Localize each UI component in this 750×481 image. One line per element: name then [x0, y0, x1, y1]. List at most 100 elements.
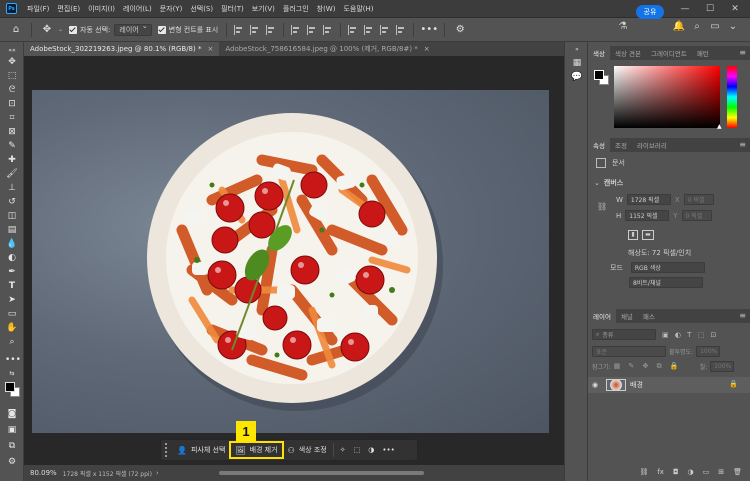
- panel-menu-icon[interactable]: ≡: [739, 48, 746, 57]
- tab-document-2[interactable]: AdobeStock_758616584.jpeg @ 100% (제거, RG…: [219, 42, 435, 56]
- remove-background-button[interactable]: 🖼 배경 제거: [229, 441, 284, 459]
- tab-document-1[interactable]: AdobeStock_302219263.jpeg @ 80.1% (RGB/8…: [24, 42, 220, 56]
- fill-field[interactable]: 100%: [710, 361, 735, 372]
- portrait-icon[interactable]: ▮: [628, 230, 638, 240]
- dodge-tool-icon[interactable]: ◐: [5, 252, 19, 264]
- more-tools-icon[interactable]: •••: [5, 354, 21, 366]
- menu-image[interactable]: 이미지(I): [84, 4, 119, 14]
- group-icon[interactable]: ▭: [703, 468, 710, 476]
- width-field[interactable]: 1728 픽셀: [626, 194, 671, 205]
- foreground-color-swatch[interactable]: [594, 70, 604, 80]
- select-subject-button[interactable]: 👤 피사체 선택: [173, 441, 229, 459]
- close-window-button[interactable]: ✕: [722, 0, 748, 18]
- object-selection-tool-icon[interactable]: ⊡: [5, 98, 19, 110]
- menu-edit[interactable]: 편집(E): [53, 4, 84, 14]
- more-options-icon[interactable]: •••: [420, 22, 438, 38]
- align-vcenter-icon[interactable]: [307, 24, 317, 35]
- crop-tool-icon[interactable]: ⌗: [5, 112, 19, 124]
- opacity-field[interactable]: 100%: [696, 346, 721, 357]
- y-field[interactable]: 0 픽셀: [681, 210, 712, 221]
- link-icon[interactable]: ⛓: [639, 468, 648, 476]
- eye-icon[interactable]: ◉: [588, 381, 602, 389]
- type-tool-icon[interactable]: T: [5, 280, 19, 292]
- panel-menu-icon[interactable]: ≡: [739, 140, 746, 149]
- healing-brush-tool-icon[interactable]: ✚: [5, 154, 19, 166]
- chevron-down-icon[interactable]: ⌄: [726, 21, 740, 32]
- distribute-left-icon[interactable]: [348, 24, 358, 35]
- menu-type[interactable]: 문자(Y): [156, 4, 187, 14]
- eraser-tool-icon[interactable]: ◫: [5, 210, 19, 222]
- bell-icon[interactable]: 🔔: [672, 21, 686, 32]
- history-brush-tool-icon[interactable]: ↺: [5, 196, 19, 208]
- layer-row-background[interactable]: ◉ 배경 🔒: [588, 377, 750, 393]
- menu-file[interactable]: 파일(F): [23, 4, 53, 14]
- blur-tool-icon[interactable]: 💧: [5, 238, 19, 250]
- menu-layer[interactable]: 레이어(L): [119, 4, 156, 14]
- menu-window[interactable]: 창(W): [313, 4, 340, 14]
- artboard-icon[interactable]: ⧉: [5, 440, 19, 452]
- flask-icon[interactable]: ⚗: [616, 21, 630, 32]
- move-tool-icon[interactable]: ✥: [39, 22, 55, 38]
- auto-select-dropdown[interactable]: 레이어: [114, 22, 152, 36]
- adjustment-icon[interactable]: ◑: [688, 468, 694, 476]
- frame-tool-icon[interactable]: ⊠: [5, 126, 19, 138]
- auto-select-checkbox[interactable]: [69, 25, 78, 34]
- pasta-photo[interactable]: [32, 90, 549, 433]
- mode-dropdown[interactable]: RGB 색상: [630, 262, 705, 273]
- maximize-button[interactable]: ☐: [697, 0, 723, 18]
- color-adjust-button[interactable]: ⚇ 색상 조정: [284, 441, 331, 459]
- align-bottom-icon[interactable]: [323, 24, 333, 35]
- tab-color[interactable]: 색상: [588, 46, 610, 60]
- menu-help[interactable]: 도움말(H): [339, 4, 377, 14]
- panel-collapse-icon[interactable]: »: [571, 46, 583, 58]
- more-options-button[interactable]: •••: [378, 441, 398, 459]
- horizontal-scrollbar[interactable]: [219, 471, 424, 475]
- mask-icon[interactable]: ◘: [673, 468, 679, 476]
- generative-icon[interactable]: ⚙: [5, 456, 19, 468]
- transform-controls-checkbox[interactable]: [157, 25, 166, 34]
- tab-layers[interactable]: 레이어: [588, 309, 616, 323]
- minimize-button[interactable]: —: [672, 0, 698, 18]
- link-icon[interactable]: ⛓: [597, 202, 607, 211]
- share-button[interactable]: 공유: [636, 5, 664, 19]
- menu-plugins[interactable]: 플러그인: [279, 4, 313, 14]
- tab-patterns[interactable]: 패턴: [692, 46, 714, 60]
- trash-icon[interactable]: 🗑: [733, 468, 742, 476]
- zoom-level[interactable]: 80.09%: [24, 469, 63, 477]
- bit-depth-dropdown[interactable]: 8비트/채널: [629, 277, 703, 288]
- comments-icon[interactable]: 💬: [571, 72, 583, 84]
- distribute-center-icon[interactable]: [364, 24, 374, 35]
- lasso-tool-icon[interactable]: ᘓ: [5, 84, 19, 96]
- tab-adjustments[interactable]: 조정: [610, 138, 632, 152]
- x-field[interactable]: 0 픽셀: [683, 194, 714, 205]
- hue-slider[interactable]: [727, 66, 737, 128]
- layer-kind-filter[interactable]: ⌕ 종류: [592, 329, 656, 340]
- foreground-color-swatch[interactable]: [5, 382, 15, 392]
- fx-icon[interactable]: fx: [657, 468, 664, 476]
- zoom-tool-icon[interactable]: ⌕: [5, 336, 19, 348]
- clone-stamp-tool-icon[interactable]: ⊥: [5, 182, 19, 194]
- menu-filter[interactable]: 필터(T): [217, 4, 248, 14]
- align-hcenter-icon[interactable]: [250, 24, 260, 35]
- landscape-icon[interactable]: ▬: [642, 230, 654, 240]
- workspace-icon[interactable]: ▭: [708, 21, 722, 32]
- color-picker-field[interactable]: [614, 66, 720, 128]
- move-tool-icon[interactable]: ✥: [5, 56, 19, 68]
- menu-select[interactable]: 선택(S): [186, 4, 217, 14]
- transform-icon[interactable]: ⬚: [350, 441, 365, 459]
- tab-libraries[interactable]: 라이브러리: [632, 138, 672, 152]
- search-icon[interactable]: ⌕: [690, 21, 704, 32]
- canvas-section-header[interactable]: ⌄ 캔버스: [594, 178, 623, 188]
- blend-mode-dropdown[interactable]: 표준: [592, 346, 666, 357]
- align-top-icon[interactable]: [291, 24, 301, 35]
- home-icon[interactable]: ⌂: [8, 22, 24, 38]
- drag-handle[interactable]: [165, 443, 173, 457]
- marquee-tool-icon[interactable]: ⬚: [5, 70, 19, 82]
- tab-paths[interactable]: 패스: [638, 309, 660, 323]
- close-icon[interactable]: ×: [424, 45, 430, 53]
- chevron-down-icon[interactable]: ⌄: [58, 26, 63, 33]
- align-left-icon[interactable]: [234, 24, 244, 35]
- pen-tool-icon[interactable]: ✒: [5, 266, 19, 278]
- chevron-right-icon[interactable]: ›: [156, 469, 159, 477]
- menu-view[interactable]: 보기(V): [248, 4, 279, 14]
